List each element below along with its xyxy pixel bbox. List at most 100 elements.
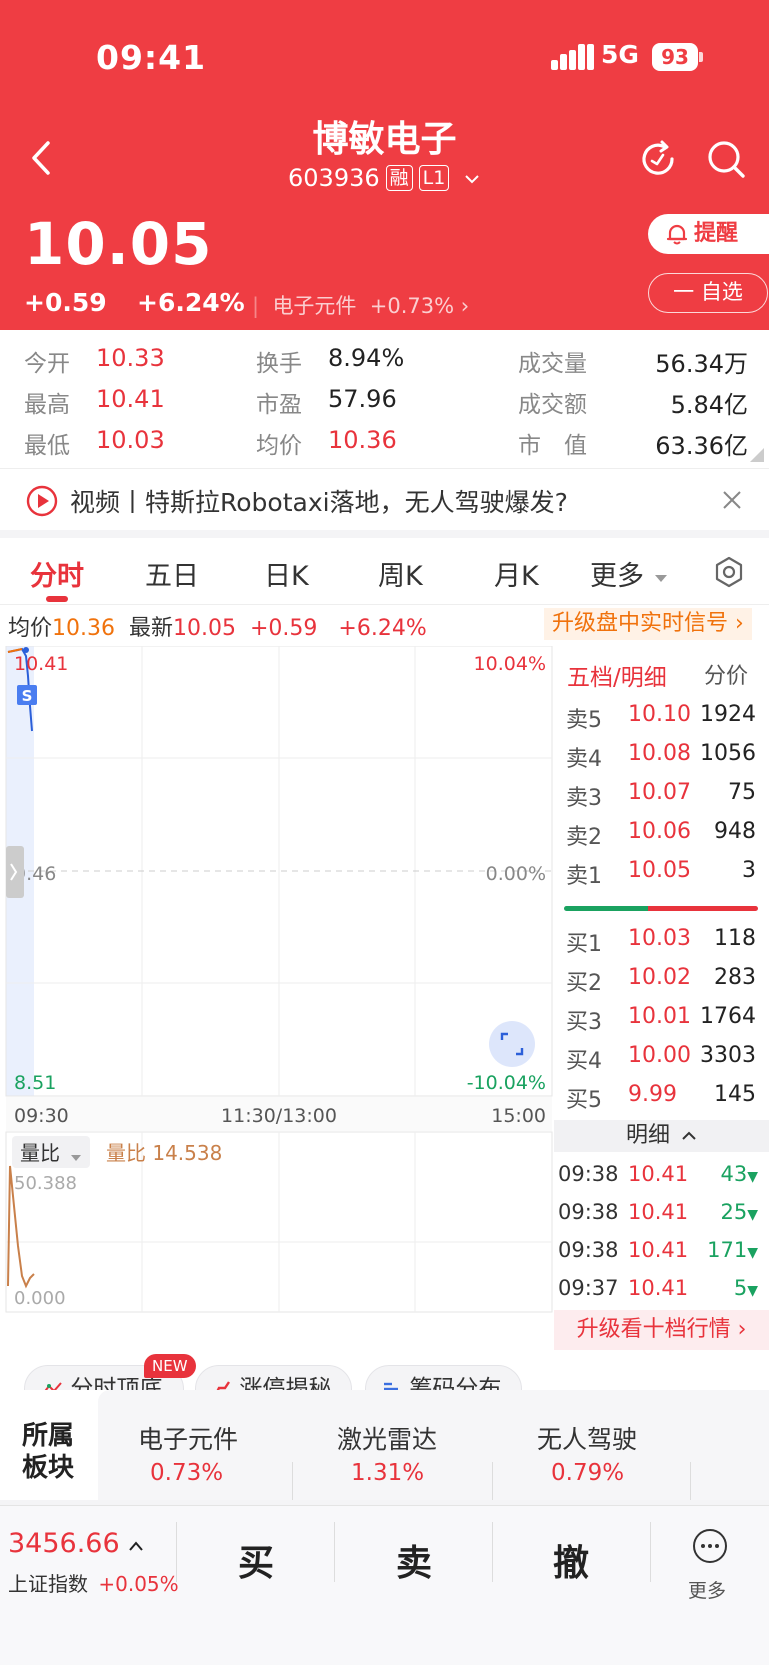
x-tick-close: 15:00 bbox=[491, 1105, 546, 1127]
detail-time: 09:37 bbox=[558, 1276, 619, 1300]
down-arrow-icon: ▼ bbox=[747, 1245, 758, 1261]
ask4-volume: 1056 bbox=[700, 741, 756, 766]
sector-link[interactable]: | 电子元件 +0.73% › bbox=[252, 290, 469, 320]
sector-divider bbox=[292, 1462, 293, 1500]
ask5-price: 10.10 bbox=[628, 702, 691, 727]
avg-value: 10.36 bbox=[328, 426, 397, 454]
upgrade-signal-button[interactable]: 升级盘中实时信号 › bbox=[544, 608, 752, 640]
tab-five-day[interactable]: 五日 bbox=[145, 554, 199, 593]
low-value: 10.03 bbox=[96, 426, 165, 454]
more-label: 更多 bbox=[688, 1580, 727, 1602]
price-change: +0.59 bbox=[24, 288, 107, 317]
pct-bot-label: -10.04% bbox=[467, 1072, 546, 1094]
sell-button[interactable]: 卖 bbox=[396, 1534, 432, 1586]
pct-top-label: 10.04% bbox=[474, 653, 546, 675]
vr-title: 量比 14.538 bbox=[106, 1141, 222, 1165]
margin-tag: 融 bbox=[385, 165, 413, 191]
intraday-chart[interactable]: S 10.41 9.46 8.51 10.04% 0.00% -10.04% 0… bbox=[0, 646, 556, 1386]
ask1-price: 10.05 bbox=[628, 858, 691, 883]
tab-weekly-k[interactable]: 周K bbox=[378, 554, 423, 593]
detail-toggle[interactable]: 明细 bbox=[554, 1120, 769, 1152]
open-label: 今开 bbox=[24, 351, 70, 377]
upgrade-ten-label: 升级看十档行情 bbox=[576, 1317, 731, 1342]
settings-icon[interactable] bbox=[713, 556, 745, 588]
chevron-up-icon bbox=[682, 1131, 696, 1140]
play-icon bbox=[26, 485, 58, 517]
detail-title: 明细 bbox=[625, 1123, 670, 1148]
upgrade-ten-level-button[interactable]: 升级看十档行情 › bbox=[554, 1310, 769, 1350]
down-arrow-icon: ▼ bbox=[747, 1169, 758, 1185]
expand-corner-icon[interactable] bbox=[750, 448, 764, 462]
sector-divider bbox=[492, 1462, 493, 1500]
tab-more[interactable]: 更多 bbox=[590, 554, 669, 593]
index-change: +0.05% bbox=[98, 1572, 179, 1596]
volume-value: 56.34万 bbox=[655, 350, 748, 378]
detail-volume: 5▼ bbox=[690, 1276, 758, 1300]
detail-volume: 171▼ bbox=[690, 1238, 758, 1262]
chevron-right-icon: › bbox=[460, 294, 470, 318]
mcap-label: 市 值 bbox=[518, 433, 587, 459]
high-value: 10.41 bbox=[96, 385, 165, 413]
chart-change-pct: +6.24% bbox=[338, 616, 427, 641]
buy-button[interactable]: 买 bbox=[238, 1534, 274, 1586]
bottom-divider bbox=[176, 1522, 177, 1582]
sector-item-change: 0.79% bbox=[551, 1460, 625, 1486]
detail-time: 09:38 bbox=[558, 1200, 619, 1224]
alert-label: 提醒 bbox=[694, 221, 739, 246]
volume-label: 成交量 bbox=[518, 351, 587, 377]
bid2-price: 10.02 bbox=[628, 965, 691, 990]
tab-monthly-k[interactable]: 月K bbox=[494, 554, 539, 593]
bid-strength-bar bbox=[564, 906, 648, 911]
sector-item-name[interactable]: 激光雷达 bbox=[337, 1420, 437, 1456]
y-top-label: 10.41 bbox=[14, 653, 68, 675]
favorite-button[interactable]: 一 自选 bbox=[648, 273, 768, 313]
order-book-title[interactable]: 五档/明细 bbox=[567, 658, 667, 692]
x-tick-mid: 11:30/13:00 bbox=[221, 1105, 337, 1127]
sector-name: 电子元件 bbox=[272, 294, 357, 318]
sector-change: +0.73% bbox=[369, 294, 455, 318]
ask4-label: 卖4 bbox=[566, 747, 602, 772]
sector-item-name[interactable]: 无人驾驶 bbox=[537, 1420, 637, 1456]
detail-volume: 43▼ bbox=[690, 1162, 758, 1186]
news-text: 视频丨特斯拉Robotaxi落地，无人驾驶爆发? bbox=[70, 488, 568, 517]
pe-label: 市盈 bbox=[256, 392, 302, 418]
cancel-button[interactable]: 撤 bbox=[553, 1534, 589, 1586]
tab-intraday[interactable]: 分时 bbox=[30, 554, 84, 593]
alert-button[interactable]: 提醒 bbox=[648, 214, 769, 254]
ask5-label: 卖5 bbox=[566, 708, 602, 733]
chart-area: 分时 五日 日K 周K 月K 更多 均价10.36 最新10.05 +0.59 … bbox=[0, 538, 769, 1413]
ask5-volume: 1924 bbox=[700, 702, 756, 727]
index-value-row[interactable]: 3456.66 bbox=[8, 1528, 144, 1559]
x-tick-open: 09:30 bbox=[14, 1105, 69, 1127]
open-value: 10.33 bbox=[96, 344, 165, 372]
more-icon[interactable] bbox=[692, 1528, 728, 1564]
y-bot-label: 8.51 bbox=[14, 1072, 56, 1094]
refresh-icon[interactable] bbox=[638, 139, 678, 179]
close-icon[interactable] bbox=[722, 490, 742, 510]
ask4-price: 10.08 bbox=[628, 741, 691, 766]
tabs-divider bbox=[0, 604, 769, 605]
sector-item-change: 0.73% bbox=[150, 1460, 224, 1486]
bid3-price: 10.01 bbox=[628, 1004, 691, 1029]
down-arrow-icon: ▼ bbox=[747, 1283, 758, 1299]
price-breakdown-tab[interactable]: 分价 bbox=[704, 658, 748, 690]
news-banner[interactable]: 视频丨特斯拉Robotaxi落地，无人驾驶爆发? bbox=[0, 468, 769, 530]
price-change-pct: +6.24% bbox=[137, 288, 245, 317]
pct-mid-label: 0.00% bbox=[486, 863, 546, 885]
tab-daily-k[interactable]: 日K bbox=[264, 554, 309, 593]
stock-code: 603936 bbox=[288, 164, 380, 192]
status-time: 09:41 bbox=[96, 38, 207, 77]
sector-item-name[interactable]: 电子元件 bbox=[138, 1420, 238, 1456]
sector-label: 所属板块 bbox=[0, 1390, 98, 1500]
bid3-volume: 1764 bbox=[700, 1004, 756, 1029]
bottom-divider bbox=[650, 1522, 651, 1582]
detail-price: 10.41 bbox=[628, 1162, 689, 1186]
index-value: 3456.66 bbox=[8, 1528, 120, 1559]
ask2-label: 卖2 bbox=[566, 825, 602, 850]
bid5-price: 9.99 bbox=[628, 1082, 677, 1107]
battery-tip bbox=[699, 52, 703, 62]
search-icon[interactable] bbox=[706, 139, 746, 179]
bottom-divider bbox=[334, 1522, 335, 1582]
detail-price: 10.41 bbox=[628, 1200, 689, 1224]
ask1-label: 卖1 bbox=[566, 864, 602, 889]
